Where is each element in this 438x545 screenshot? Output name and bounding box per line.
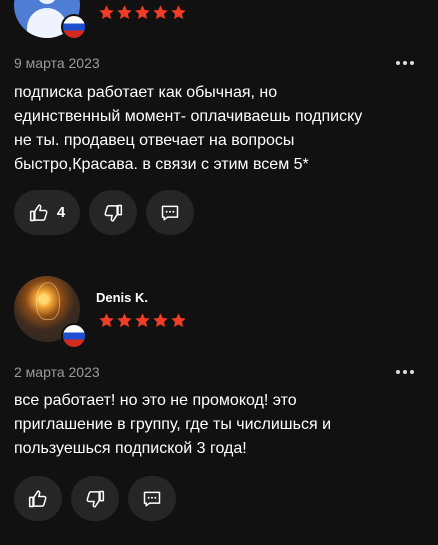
like-button[interactable]: 4 xyxy=(14,190,80,235)
thumbs-down-icon xyxy=(86,490,105,508)
thumbs-up-icon xyxy=(28,489,47,507)
review-text: все работает! но это не промокод! это пр… xyxy=(14,392,332,457)
more-icon[interactable] xyxy=(396,370,414,374)
star-icon xyxy=(135,5,150,20)
star-icon xyxy=(117,5,132,20)
comment-icon xyxy=(143,491,161,506)
review-text: подписка работает как обычная, но единст… xyxy=(14,84,363,173)
lightbulb-photo xyxy=(36,282,60,320)
reply-button[interactable] xyxy=(128,476,176,521)
like-count: 4 xyxy=(56,204,66,221)
author-name[interactable]: Denis K. xyxy=(96,290,148,305)
star-icon xyxy=(99,5,114,20)
review-actions xyxy=(14,476,176,521)
reply-button[interactable] xyxy=(146,190,194,235)
like-button[interactable] xyxy=(14,476,62,521)
star-icon xyxy=(99,313,114,328)
user-icon-head xyxy=(37,0,57,4)
star-icon xyxy=(171,313,186,328)
russia-flag-icon xyxy=(61,323,87,349)
comment-icon xyxy=(161,205,179,220)
dislike-button[interactable] xyxy=(71,476,119,521)
star-icon xyxy=(171,5,186,20)
review-date: 2 марта 2023 xyxy=(14,364,100,380)
more-icon[interactable] xyxy=(396,61,414,65)
star-icon xyxy=(153,313,168,328)
review-date: 9 марта 2023 xyxy=(14,55,100,71)
thumbs-down-icon xyxy=(104,204,123,222)
rating-stars xyxy=(98,4,187,21)
review-actions: 4 xyxy=(14,190,194,235)
star-icon xyxy=(135,313,150,328)
dislike-button[interactable] xyxy=(89,190,137,235)
star-icon xyxy=(153,5,168,20)
thumbs-up-icon xyxy=(29,203,48,221)
rating-stars xyxy=(98,312,187,329)
russia-flag-icon xyxy=(61,14,87,40)
star-icon xyxy=(117,313,132,328)
